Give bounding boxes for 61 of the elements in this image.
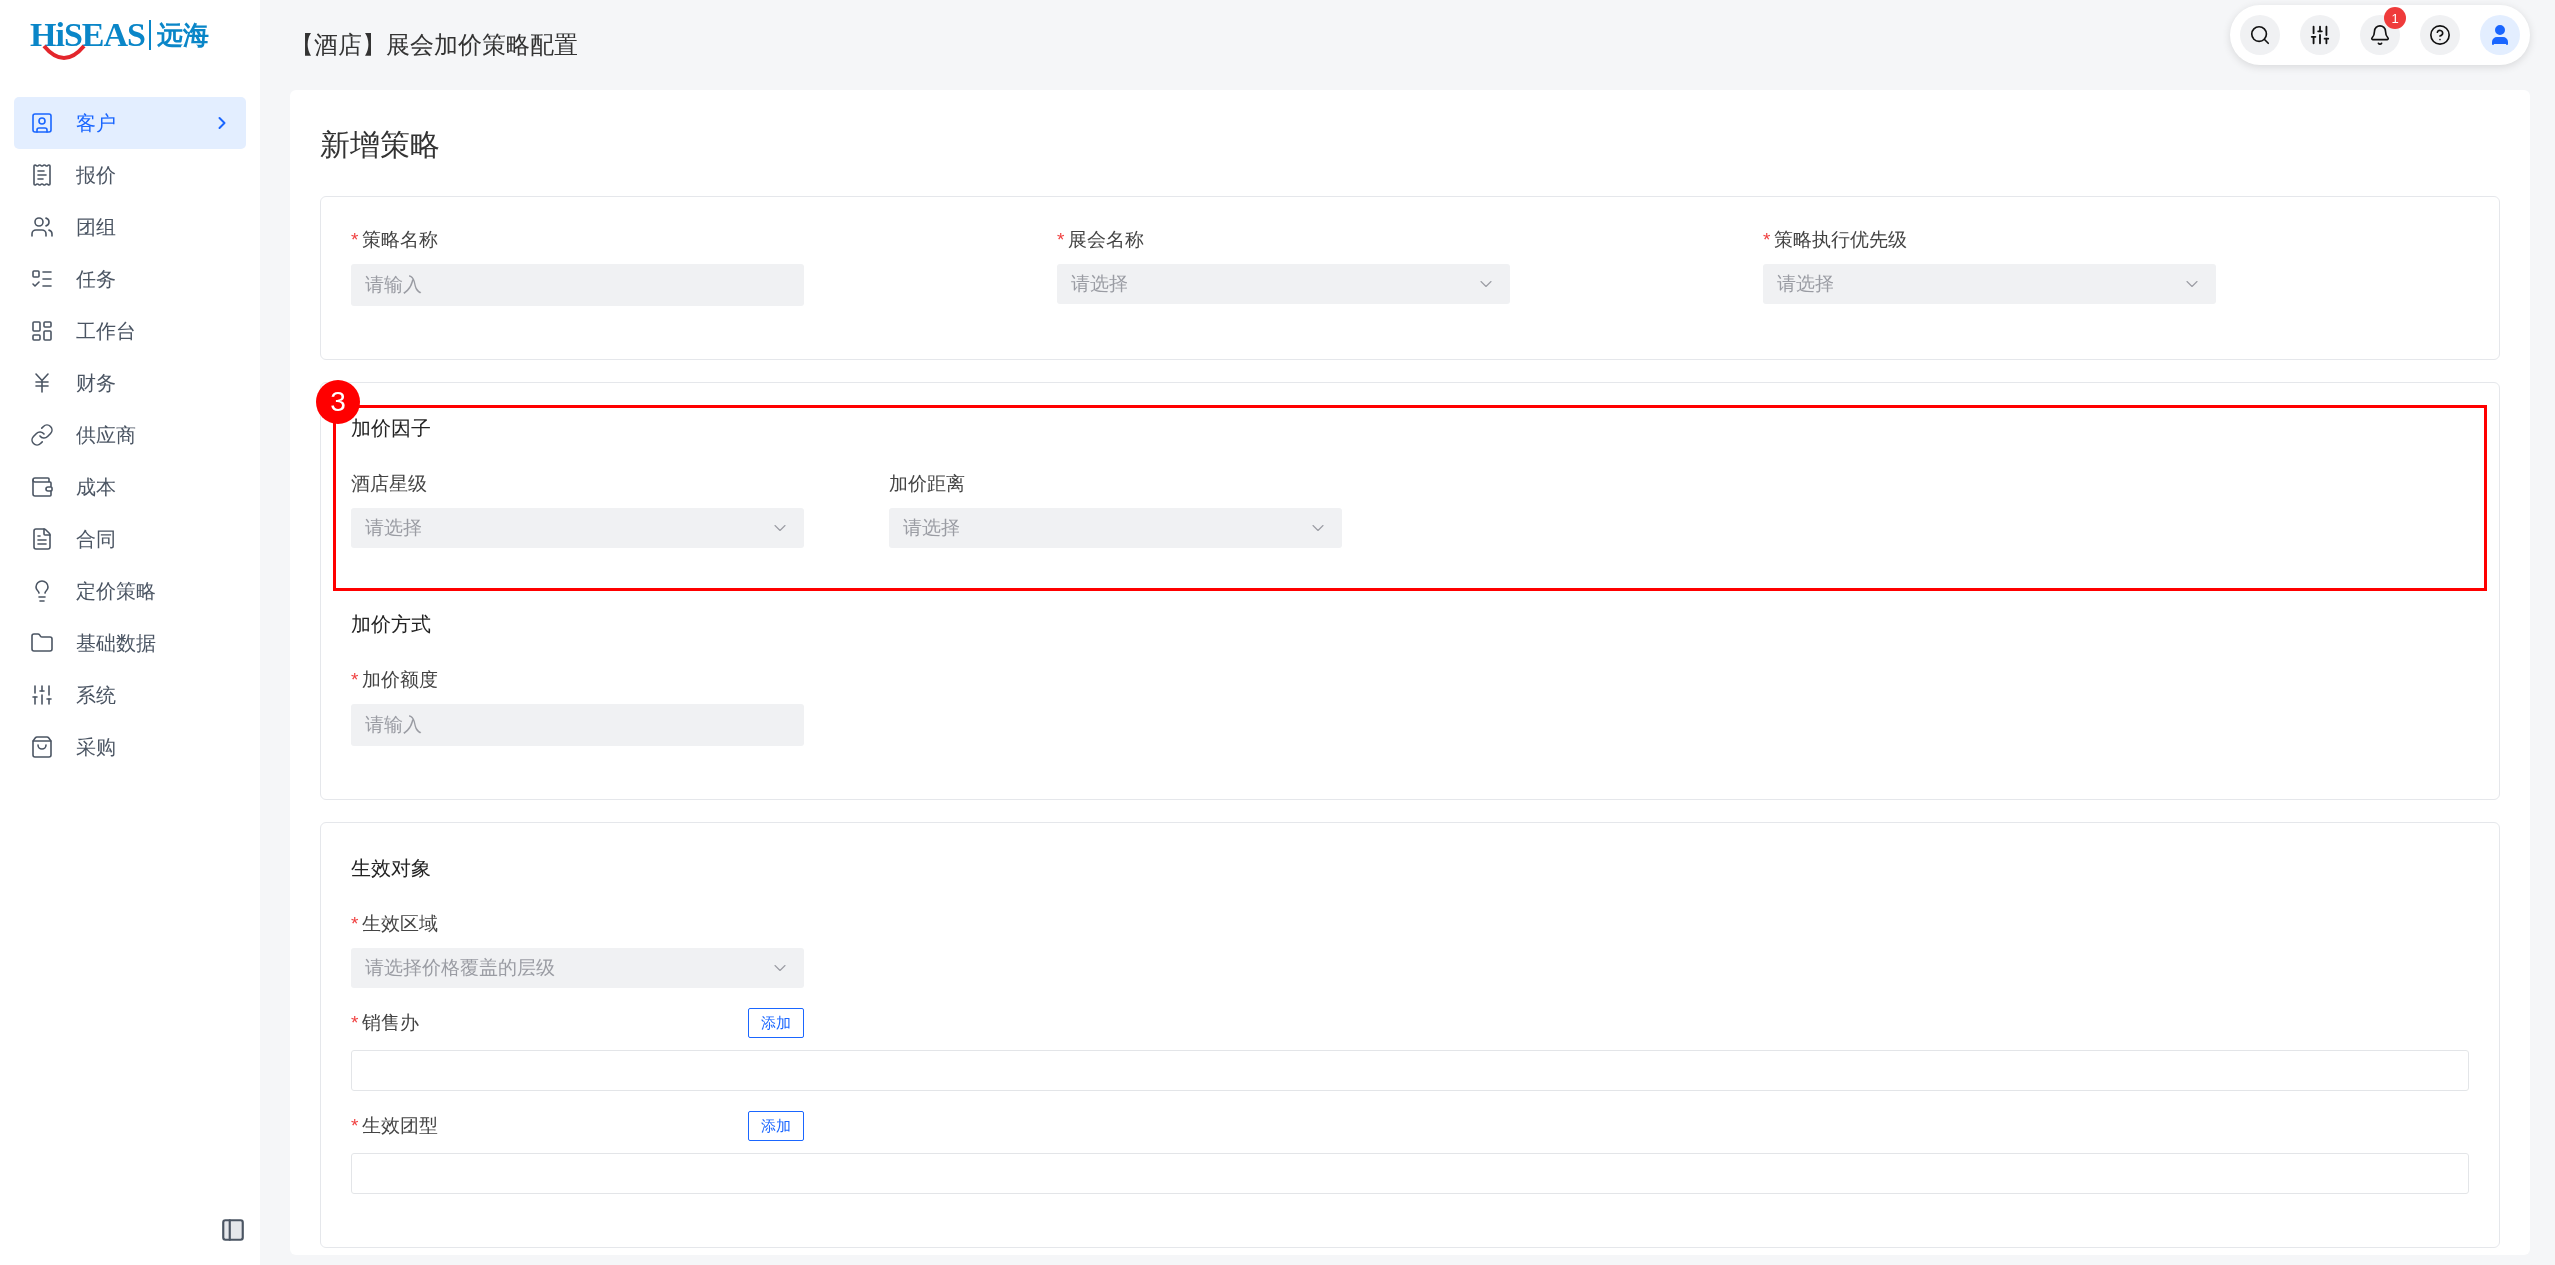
sidebar-item[interactable]: 采购 bbox=[14, 721, 246, 773]
page-header-title: 【酒店】展会加价策略配置 bbox=[290, 30, 578, 60]
sidebar-item[interactable]: 成本 bbox=[14, 461, 246, 513]
add-button[interactable]: 添加 bbox=[748, 1111, 804, 1141]
required-mark: * bbox=[351, 1114, 359, 1138]
sidebar-item[interactable]: 基础数据 bbox=[14, 617, 246, 669]
required-mark: * bbox=[351, 228, 359, 252]
required-mark: * bbox=[1057, 228, 1065, 252]
sidebar-item[interactable]: 客户 bbox=[14, 97, 246, 149]
person-card-icon bbox=[30, 111, 54, 135]
sidebar-toggle-icon[interactable] bbox=[220, 1217, 246, 1243]
brand-name: 远海 bbox=[148, 20, 209, 50]
sidebar-item[interactable]: 财务 bbox=[14, 357, 246, 409]
sidebar-item[interactable]: 定价策略 bbox=[14, 565, 246, 617]
notification-button[interactable] bbox=[2360, 15, 2400, 55]
text-input[interactable]: 请输入 bbox=[351, 264, 804, 306]
link-icon bbox=[30, 423, 54, 447]
bag-icon bbox=[30, 735, 54, 759]
people-icon bbox=[30, 215, 54, 239]
group-title: 加价方式 bbox=[351, 612, 432, 637]
sliders-icon bbox=[2309, 24, 2331, 46]
sidebar-item[interactable]: 团组 bbox=[14, 201, 246, 253]
smile-arc-icon bbox=[42, 44, 86, 60]
settings-button[interactable] bbox=[2300, 15, 2340, 55]
text-input[interactable]: 请输入 bbox=[351, 704, 804, 746]
sidebar-item[interactable]: 合同 bbox=[14, 513, 246, 565]
sidebar-item[interactable]: 报价 bbox=[14, 149, 246, 201]
group-title: 生效对象 bbox=[351, 856, 432, 881]
required-mark: * bbox=[1763, 228, 1771, 252]
field-label: 销售办 bbox=[362, 1011, 420, 1035]
field-label: 展会名称 bbox=[1068, 228, 1145, 252]
field-label: 酒店星级 bbox=[351, 472, 427, 496]
brand-logo: HiSEAS bbox=[30, 16, 145, 54]
user-avatar-button[interactable] bbox=[2480, 15, 2520, 55]
field-label: 加价距离 bbox=[889, 472, 965, 496]
add-button[interactable]: 添加 bbox=[748, 1008, 804, 1038]
required-mark: * bbox=[351, 912, 359, 936]
receipt-icon bbox=[30, 163, 54, 187]
search-icon bbox=[2249, 24, 2271, 46]
sliders-icon bbox=[30, 683, 54, 707]
document-icon bbox=[30, 527, 54, 551]
wallet-icon bbox=[30, 475, 54, 499]
help-button[interactable] bbox=[2420, 15, 2460, 55]
sidebar-item[interactable]: 任务 bbox=[14, 253, 246, 305]
bell-icon bbox=[2369, 24, 2391, 46]
field-label: 策略名称 bbox=[362, 228, 439, 252]
required-mark: * bbox=[351, 668, 359, 692]
field-label: 加价额度 bbox=[362, 668, 439, 692]
field-label: 生效区域 bbox=[362, 912, 439, 936]
notification-badge: 1 bbox=[2384, 7, 2406, 29]
form-title: 新增策略 bbox=[320, 127, 441, 163]
folder-icon bbox=[30, 631, 54, 655]
sidebar-item[interactable]: 工作台 bbox=[14, 305, 246, 357]
field-label: 策略执行优先级 bbox=[1774, 228, 1908, 252]
help-icon bbox=[2429, 24, 2451, 46]
required-mark: * bbox=[351, 1011, 359, 1035]
sidebar-item[interactable]: 系统 bbox=[14, 669, 246, 721]
dashboard-icon bbox=[30, 319, 54, 343]
field-label: 生效团型 bbox=[362, 1114, 439, 1138]
search-button[interactable] bbox=[2240, 15, 2280, 55]
sidebar-item[interactable]: 供应商 bbox=[14, 409, 246, 461]
